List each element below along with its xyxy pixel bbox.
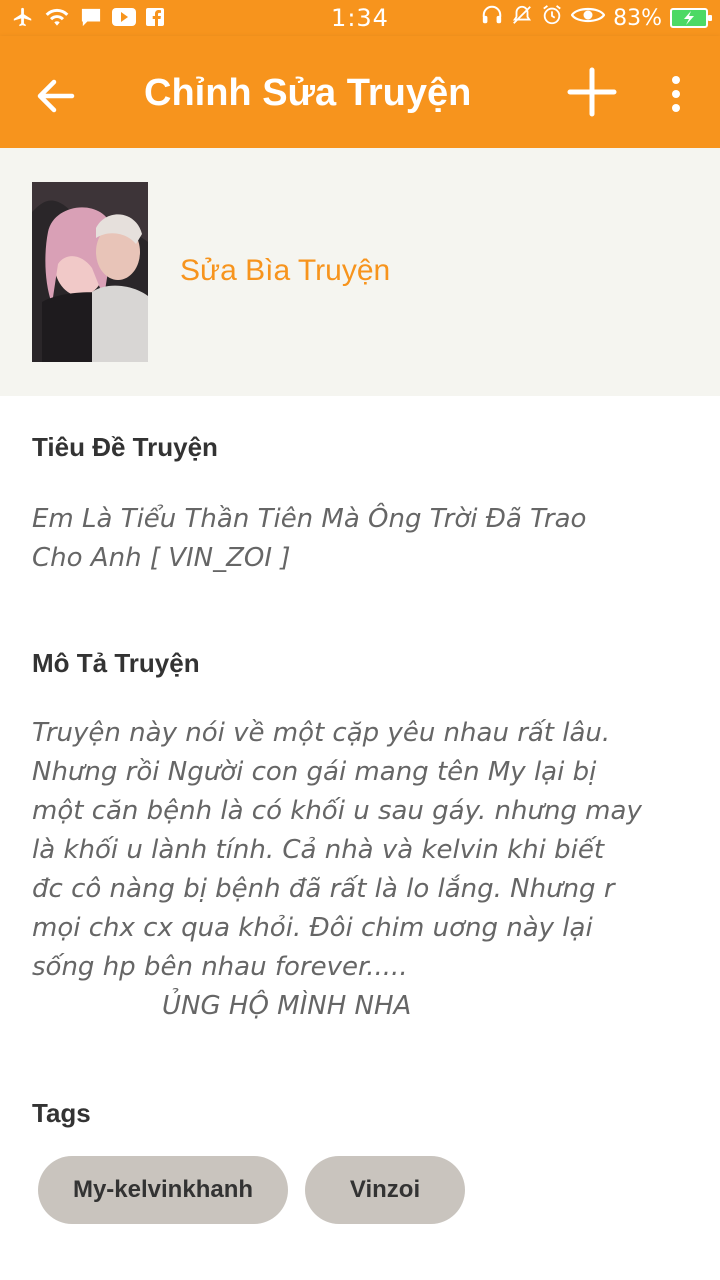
description-line: mọi chx cx qua khỏi. Đôi chim uơng này l… [32, 913, 593, 943]
eye-icon [570, 5, 606, 31]
description-label: Mô Tả Truyện [32, 648, 200, 678]
plus-icon [567, 67, 617, 117]
alarm-icon [541, 4, 563, 32]
headset-icon [481, 4, 503, 32]
title-label: Tiêu Đề Truyện [32, 432, 218, 462]
title-field[interactable]: Em Là Tiểu Thần Tiên Mà Ông Trời Đã Trao… [32, 500, 682, 578]
mute-icon [511, 4, 533, 32]
more-vert-dot [672, 104, 680, 112]
edit-cover-link[interactable]: Sửa Bìa Truyện [180, 254, 390, 288]
page-title: Chỉnh Sửa Truyện [144, 72, 472, 114]
battery-icon [670, 8, 712, 28]
more-vert-icon [672, 76, 680, 84]
battery-percent: 83% [613, 5, 662, 31]
more-vert-dot [672, 90, 680, 98]
description-line: ỦNG HỘ MÌNH NHA [162, 991, 412, 1021]
tags-label: Tags [32, 1098, 91, 1128]
description-line: đc cô nàng bị bệnh đã rất là lo lắng. Nh… [32, 874, 615, 904]
story-cover-image[interactable] [32, 182, 148, 362]
description-field[interactable]: Truyện này nói về một cặp yêu nhau rất l… [32, 714, 682, 1026]
more-options-button[interactable] [660, 72, 692, 116]
description-line: Truyện này nói về một cặp yêu nhau rất l… [32, 718, 611, 748]
status-bar: 1:34 83% [0, 0, 720, 36]
tag-chip[interactable]: My-kelvinkhanh [38, 1156, 288, 1224]
add-button[interactable] [566, 66, 618, 118]
cover-section: Sửa Bìa Truyện [0, 148, 720, 396]
description-line: một căn bệnh là có khối u sau gáy. nhưng… [32, 796, 642, 826]
title-line: Em Là Tiểu Thần Tiên Mà Ông Trời Đã Trao [32, 504, 587, 534]
description-line: sống hp bên nhau forever..... [32, 952, 408, 982]
description-line: Nhưng rồi Người con gái mang tên My lại … [32, 757, 597, 787]
app-bar: Chỉnh Sửa Truyện [0, 36, 720, 148]
arrow-left-icon [37, 79, 75, 113]
tag-chip[interactable]: Vinzoi [305, 1156, 465, 1224]
description-line: là khối u lành tính. Cả nhà và kelvin kh… [32, 835, 605, 865]
back-button[interactable] [32, 72, 80, 120]
title-line: Cho Anh [ VIN_ZOI ] [32, 543, 291, 573]
status-icons-right: 83% [481, 4, 712, 32]
